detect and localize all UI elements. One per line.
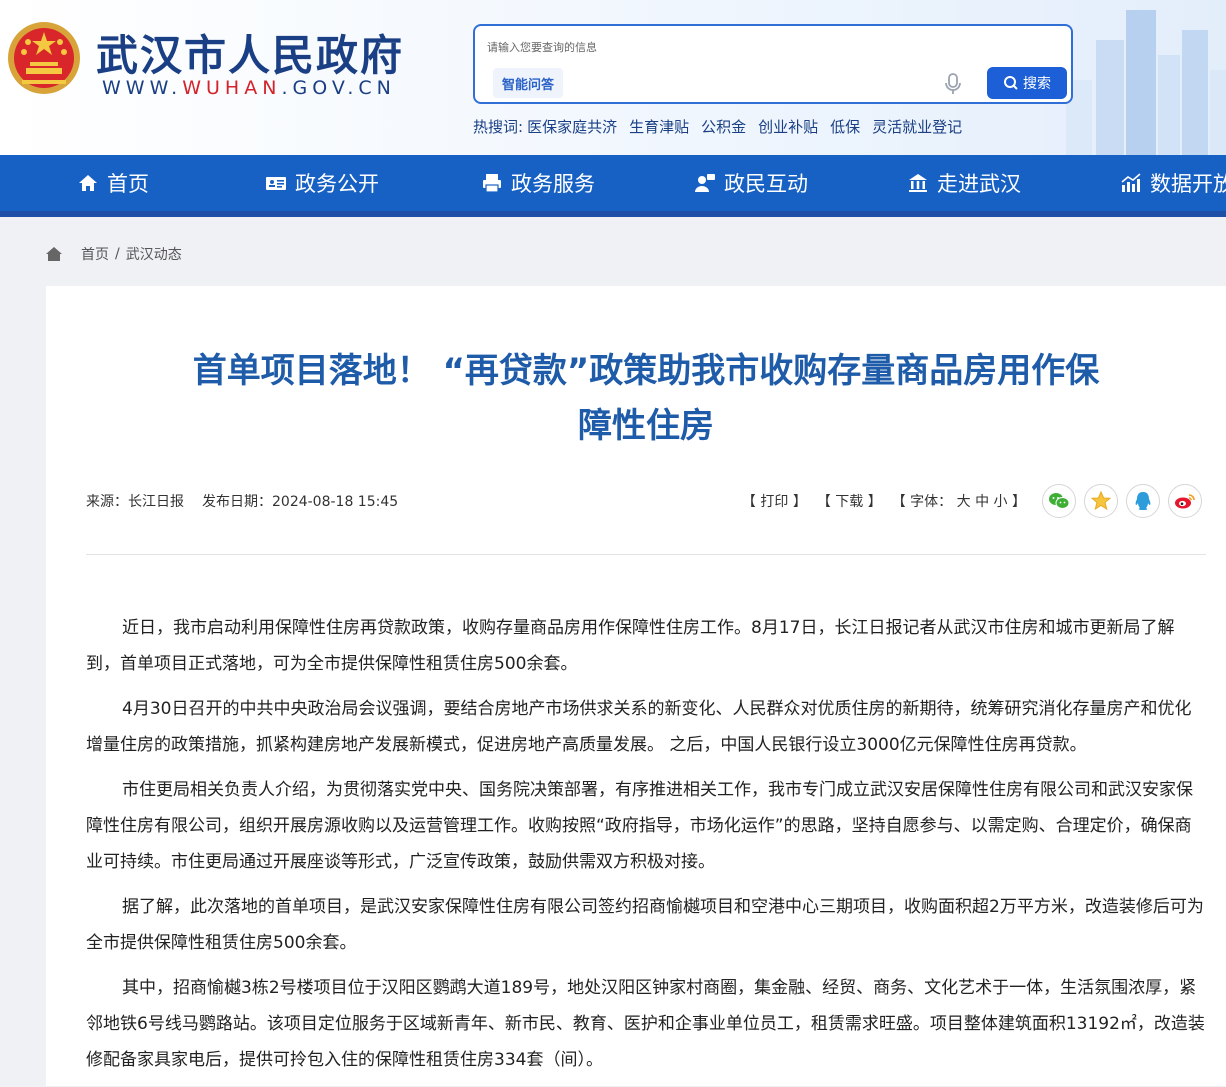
article-date: 发布日期：2024-08-18 15:45 (202, 494, 399, 510)
nav-item-interaction[interactable]: 政民互动 (694, 155, 808, 211)
article-tools: 【 打印 】 【 下载 】 【 字体： 大 中 小 】 (742, 491, 1026, 511)
font-size-close: 】 (1012, 494, 1026, 510)
favorite-star-icon (1091, 491, 1111, 511)
article-paragraph: 据了解，此次落地的首单项目，是武汉安家保障性住房有限公司签约招商愉樾项目和空港中… (86, 897, 1204, 953)
nav-item-gov-services[interactable]: 政务服务 (481, 155, 595, 211)
search-box: 智能问答 搜索 (473, 24, 1073, 104)
hot-word-link[interactable]: 创业补贴 (758, 116, 818, 137)
hot-word-link[interactable]: 公积金 (701, 116, 746, 137)
site-url-prefix: WWW. (102, 77, 183, 99)
search-icon (1004, 76, 1018, 90)
home-icon (79, 175, 97, 191)
chart-icon (1121, 173, 1141, 192)
search-button-label: 搜索 (1023, 76, 1051, 92)
breadcrumb-current-link[interactable]: 武汉动态 (126, 244, 182, 264)
article-paragraph: 市住更局相关负责人介绍，为贯彻落实党中央、国务院决策部署，有序推进相关工作，我市… (86, 780, 1193, 872)
ai-qa-button[interactable]: 智能问答 (493, 68, 563, 98)
hot-search-bar: 热搜词: 医保家庭共济 生育津贴 公积金 创业补贴 低保 灵活就业登记 (473, 116, 962, 137)
search-input[interactable] (487, 38, 967, 56)
hot-word-link[interactable]: 生育津贴 (629, 116, 689, 137)
nav-item-home[interactable]: 首页 (77, 155, 149, 211)
wechat-icon (1049, 493, 1070, 509)
breadcrumb: 首页 / 武汉动态 (45, 244, 182, 264)
share-wechat-button[interactable] (1042, 484, 1076, 518)
article-meta: 来源：长江日报 发布日期：2024-08-18 15:45 (86, 491, 398, 511)
building-icon (909, 174, 927, 192)
nav-item-gov-affairs[interactable]: 政务公开 (265, 155, 379, 211)
article-title: 首单项目落地！ “再贷款”政策助我市收购存量商品房用作保 障性住房 (136, 344, 1156, 454)
site-url-suffix: .GOV.CN (281, 77, 396, 99)
home-icon[interactable] (45, 246, 63, 262)
breadcrumb-separator: / (115, 246, 120, 262)
nav-item-label: 数据开放 (1150, 172, 1226, 196)
article-paragraph: 其中，招商愉樾3栋2号楼项目位于汉阳区鹦鹉大道189号，地处汉阳区钟家村商圈，集… (86, 978, 1205, 1070)
main-nav: 首页 政务公开 政务服务 政民互动 走进武汉 数据开放 (0, 155, 1226, 217)
printer-icon (483, 174, 501, 193)
font-medium-button[interactable]: 中 (975, 494, 989, 510)
share-qq-button[interactable] (1126, 484, 1160, 518)
breadcrumb-home-link[interactable]: 首页 (81, 244, 109, 264)
nav-item-about-wuhan[interactable]: 走进武汉 (907, 155, 1021, 211)
download-button[interactable]: 【 下载 】 (817, 491, 882, 511)
hot-word-link[interactable]: 医保家庭共济 (527, 116, 617, 137)
print-button[interactable]: 【 打印 】 (742, 491, 807, 511)
nav-item-label: 首页 (107, 172, 149, 196)
font-small-button[interactable]: 小 (994, 494, 1008, 510)
hot-word-link[interactable]: 低保 (830, 116, 860, 137)
national-emblem-logo (8, 22, 80, 94)
weibo-icon (1175, 494, 1195, 509)
article-title-line-2: 障性住房 (578, 406, 714, 446)
search-button[interactable]: 搜索 (987, 67, 1067, 99)
site-header: 武汉市人民政府 WWW.WUHAN.GOV.CN 智能问答 搜索 热搜词: 医保… (0, 0, 1226, 155)
site-url-mid: WUHAN (182, 77, 282, 99)
article-card: 首单项目落地！ “再贷款”政策助我市收购存量商品房用作保 障性住房 来源：长江日… (46, 286, 1226, 1086)
hot-search-label: 热搜词: (473, 118, 524, 136)
site-title: 武汉市人民政府 (96, 31, 405, 80)
nav-item-label: 政务公开 (295, 172, 379, 196)
share-favorite-button[interactable] (1084, 484, 1118, 518)
microphone-icon[interactable] (943, 72, 963, 96)
nav-item-open-data[interactable]: 数据开放 (1120, 155, 1226, 211)
article-paragraph: 近日，我市启动利用保障性住房再贷款政策，收购存量商品房用作保障性住房工作。8月1… (86, 618, 1175, 674)
article-source: 来源：长江日报 (86, 494, 184, 510)
meta-divider (86, 554, 1206, 555)
people-chat-icon (695, 174, 715, 192)
article-body: 近日，我市启动利用保障性住房再贷款政策，收购存量商品房用作保障性住房工作。8月1… (86, 610, 1206, 1087)
nav-item-label: 政民互动 (724, 172, 808, 196)
nav-item-label: 政务服务 (511, 172, 595, 196)
font-size-label: 【 字体： (891, 494, 953, 510)
hot-word-link[interactable]: 灵活就业登记 (872, 116, 962, 137)
share-weibo-button[interactable] (1168, 484, 1202, 518)
nav-item-label: 走进武汉 (937, 172, 1021, 196)
qq-icon (1135, 492, 1151, 510)
article-paragraph: 4月30日召开的中共中央政治局会议强调，要结合房地产市场供求关系的新变化、人民群… (86, 699, 1192, 755)
font-large-button[interactable]: 大 (957, 494, 971, 510)
id-card-icon (266, 177, 286, 190)
article-title-line-1: 首单项目落地！ “再贷款”政策助我市收购存量商品房用作保 (192, 351, 1100, 391)
site-url: WWW.WUHAN.GOV.CN (102, 77, 396, 99)
